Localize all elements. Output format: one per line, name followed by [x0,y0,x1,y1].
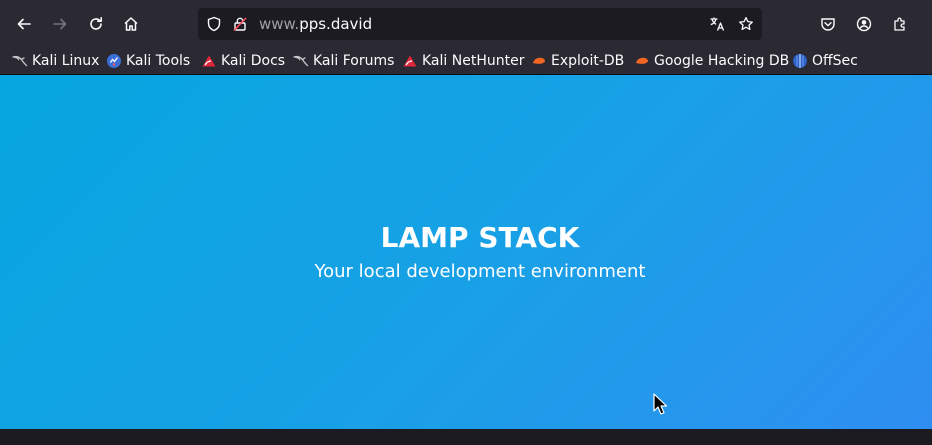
bookmark-exploit-db[interactable]: Exploit-DB [531,48,624,74]
reload-icon [90,17,102,30]
forward-button[interactable] [44,8,76,40]
exploit-db-icon [531,53,547,69]
bookmark-label: OffSec [812,53,858,69]
page-subtitle: Your local development environment [314,261,646,282]
bookmark-label: Kali NetHunter [422,53,525,69]
url-text[interactable]: www.pps.david [259,8,372,40]
bookmark-kali-tools[interactable]: Kali Tools [106,48,190,74]
translate-icon[interactable] [709,16,725,36]
account-icon [856,16,872,32]
back-button[interactable] [8,8,40,40]
bottom-strip [0,429,932,445]
bookmark-kali-forums[interactable]: Kali Forums [293,48,394,74]
star-bookmark-icon[interactable] [738,16,754,36]
account-button[interactable] [848,8,880,40]
kali-nethunter-icon [402,53,418,69]
pocket-button[interactable] [812,8,844,40]
page-content: LAMP STACK Your local development enviro… [0,75,932,429]
page-title: LAMP STACK [380,221,580,254]
kali-dragon-icon [12,53,28,69]
kali-dragon-icon [293,53,309,69]
bookmark-label: Kali Forums [313,53,395,69]
shield-icon[interactable] [206,16,222,36]
kali-tools-icon [106,53,122,69]
bookmark-kali-linux[interactable]: Kali Linux [12,48,99,74]
reload-button[interactable] [80,8,112,40]
bookmark-label: Google Hacking DB [654,53,790,69]
url-domain: pps.david [299,15,373,33]
mouse-pointer-icon [653,393,668,419]
insecure-lock-icon[interactable] [232,16,248,36]
back-arrow-icon [17,18,31,30]
bookmark-label: Kali Docs [221,53,286,69]
extensions-button[interactable] [884,8,916,40]
bookmark-kali-nethunter[interactable]: Kali NetHunter [402,48,524,74]
offsec-icon [792,53,808,69]
bookmark-offsec[interactable]: OffSec [792,48,858,74]
browser-toolbar: www.pps.david [0,0,932,48]
extensions-puzzle-icon [894,17,905,31]
exploit-db-icon [634,53,650,69]
bookmark-label: Exploit-DB [551,53,625,69]
bookmarks-toolbar: Kali Linux Kali Tools Kali Docs Kali For… [0,48,932,74]
bookmark-kali-docs[interactable]: Kali Docs [201,48,285,74]
bookmark-google-hacking-db[interactable]: Google Hacking DB [634,48,789,74]
bookmark-label: Kali Linux [32,53,100,69]
url-prefix: www. [259,15,300,33]
bookmark-label: Kali Tools [126,53,191,69]
kali-docs-icon [201,53,217,69]
home-button[interactable] [115,8,147,40]
url-bar[interactable]: www.pps.david [198,8,762,40]
home-icon [124,17,138,31]
forward-arrow-icon [53,18,67,30]
pocket-icon [821,18,835,31]
